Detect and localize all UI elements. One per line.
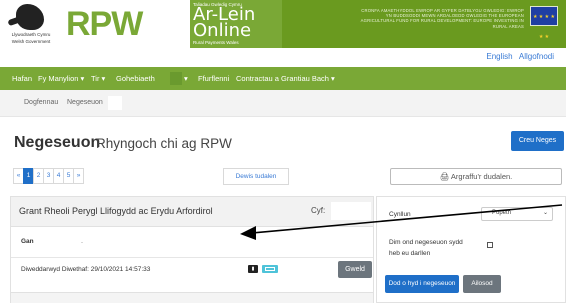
nav-item-contracts[interactable]: Contractau a Grantiau Bach ▾: [236, 74, 335, 83]
logout-link[interactable]: Allgofnodi: [519, 52, 554, 61]
redacted-nav-area: [170, 72, 182, 85]
gov-name-welsh: Llywodraeth Cymru: [11, 32, 51, 37]
message-card-header: Grant Rheoli Perygl Llifogydd ac Erydu A…: [11, 197, 373, 227]
reset-button[interactable]: Ailosod: [463, 275, 501, 293]
new-message-button[interactable]: Creu Neges: [511, 131, 564, 151]
eu-flag-icon: ★ ★ ★ ★ ★ ★: [530, 6, 558, 40]
redacted-breadcrumb: [108, 96, 122, 110]
view-message-button[interactable]: Gweld: [338, 261, 372, 278]
breadcrumb: Dogfennau Negeseuon: [0, 90, 566, 117]
page-subtitle: Rhyngoch chi ag RPW: [96, 136, 232, 151]
brand-online: Online: [193, 20, 252, 41]
reference-value-redacted: [331, 202, 371, 220]
breadcrumb-documents[interactable]: Dogfennau: [24, 99, 58, 106]
eu-funding-text: CRONFA AMAETHYDDOL EWROP AR GYFER DATBLY…: [360, 8, 524, 29]
message-card: Grant Rheoli Perygl Llifogydd ac Erydu A…: [10, 196, 374, 293]
english-link[interactable]: English: [486, 52, 512, 61]
welsh-government-logo[interactable]: Llywodraeth Cymru Welsh Government: [0, 0, 60, 48]
next-message-card: [10, 292, 374, 303]
pagination: « 1 2 3 4 5 »: [13, 168, 84, 186]
last-updated: Diweddarwyd Diwethaf: 29/10/2021 14:57:3…: [21, 266, 151, 273]
message-title: Grant Rheoli Perygl Llifogydd ac Erydu A…: [19, 206, 213, 216]
from-value: -: [81, 240, 83, 246]
nav-item-dropdown-caret[interactable]: ▾: [184, 74, 188, 83]
unread-only-label: Dim ond negeseuon sydd heb eu darllen: [389, 239, 463, 257]
brand-bottom-text: Rural Payments Wales: [193, 40, 239, 45]
utility-links: English Allgofnodi: [482, 52, 554, 61]
nav-item-correspondence[interactable]: Gohebiaeth: [116, 74, 155, 83]
reference-label: Cyf:: [311, 206, 326, 215]
chevron-down-icon: ⌄: [542, 210, 548, 216]
nav-item-my-details[interactable]: Fy Manylion ▾: [38, 74, 84, 83]
rpw-online-brand: Taliadau Gwledig Cymru Ar-Lein Online Ru…: [190, 0, 282, 48]
filter-panel: Cynllun Popeth ⌄ Dim ond negeseuon sydd …: [376, 196, 566, 303]
main-navbar: Hafan Fy Manylion ▾ Tir ▾ Gohebiaeth ▾ F…: [0, 67, 566, 90]
pagination-next[interactable]: »: [73, 168, 84, 184]
nav-item-land[interactable]: Tir ▾: [91, 74, 105, 83]
rpw-logo[interactable]: RPW Taliadau Gwledig Cymru Ar-Lein Onlin…: [60, 0, 282, 48]
scheme-select-value: Popeth: [492, 210, 512, 216]
rpw-logo-text: RPW: [66, 5, 143, 43]
choose-page-button[interactable]: Dewis tudalen: [223, 168, 289, 185]
gov-name-english: Welsh Government: [11, 39, 51, 44]
unread-envelope-icon: [262, 265, 278, 273]
print-page-button[interactable]: 🖨 Argraffu'r dudalen.: [390, 168, 562, 185]
site-header: Llywodraeth Cymru Welsh Government RPW T…: [0, 0, 566, 48]
card-divider: [11, 257, 373, 258]
unread-only-checkbox[interactable]: [487, 242, 493, 248]
scheme-select[interactable]: Popeth ⌄: [481, 207, 553, 221]
from-label: Gan: [21, 238, 34, 245]
page-title: Negeseuon: [14, 134, 101, 151]
breadcrumb-messages: Negeseuon: [67, 99, 103, 106]
find-messages-button[interactable]: Dod o hyd i negeseuon: [385, 275, 459, 293]
eu-stars: ★ ★ ★ ★ ★ ★: [532, 14, 556, 40]
nav-item-home[interactable]: Hafan: [12, 74, 32, 83]
scheme-label: Cynllun: [389, 211, 411, 218]
attachment-icon: ▮: [248, 265, 258, 273]
nav-item-forms[interactable]: Ffurflenni: [198, 74, 229, 83]
